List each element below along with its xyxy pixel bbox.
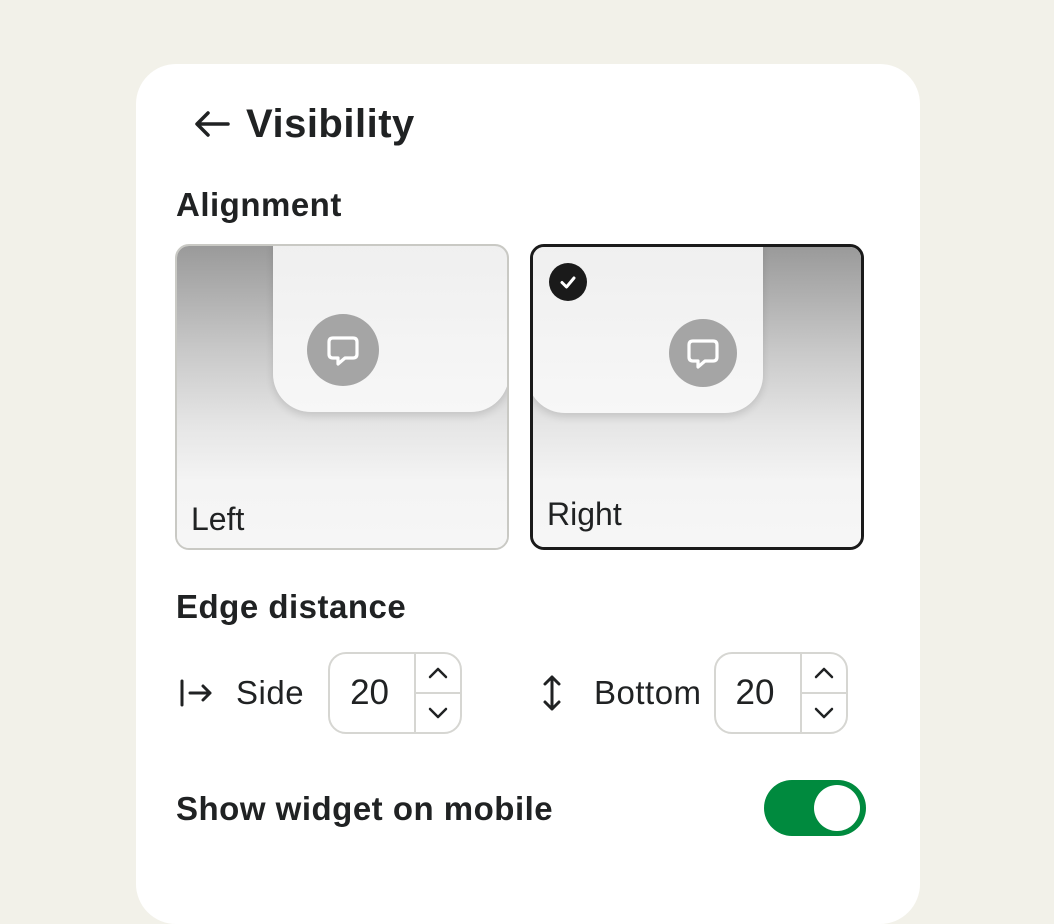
bottom-value-input[interactable]: 20 <box>716 654 800 732</box>
alignment-option-left[interactable]: Left <box>175 244 509 550</box>
arrow-left-icon <box>195 111 230 137</box>
side-distance: Side 20 <box>176 650 463 736</box>
bottom-label: Bottom <box>594 674 702 711</box>
side-decrement-button[interactable] <box>416 692 461 732</box>
alignment-label: Alignment <box>176 186 342 223</box>
page-title: Visibility <box>246 101 415 146</box>
back-button[interactable] <box>176 100 246 148</box>
toggle-knob <box>814 785 860 831</box>
arrow-to-side-icon <box>176 673 216 713</box>
bottom-stepper: 20 <box>713 652 848 734</box>
side-value-input[interactable]: 20 <box>330 654 414 732</box>
side-label: Side <box>236 674 305 711</box>
vertical-arrows-icon <box>532 673 572 713</box>
show-on-mobile-toggle[interactable] <box>764 780 866 836</box>
header: Visibility <box>176 100 415 148</box>
bottom-decrement-button[interactable] <box>801 692 846 732</box>
chat-bubble-icon <box>307 314 379 386</box>
bottom-increment-button[interactable] <box>802 654 846 692</box>
phone-preview <box>273 246 507 412</box>
chevron-up-icon <box>429 667 448 679</box>
show-on-mobile-label: Show widget on mobile <box>176 790 554 827</box>
alignment-option-label: Right <box>547 496 622 532</box>
edge-distance-label: Edge distance <box>176 588 407 625</box>
bottom-distance: Bottom 20 <box>532 650 848 736</box>
checkmark-icon <box>549 263 587 301</box>
chevron-down-icon <box>814 707 833 719</box>
chevron-down-icon <box>429 707 448 719</box>
alignment-option-right[interactable]: Right <box>530 244 864 550</box>
chevron-up-icon <box>814 667 833 679</box>
chat-bubble-icon <box>669 319 737 387</box>
stepper-buttons <box>414 654 461 732</box>
side-increment-button[interactable] <box>416 654 460 692</box>
edge-distance-row: Side 20 Bottom 20 <box>176 650 880 736</box>
alignment-option-label: Left <box>191 501 245 537</box>
side-stepper: 20 <box>328 652 463 734</box>
visibility-panel: Visibility Alignment Left Right Edge dis… <box>136 64 920 924</box>
stepper-buttons <box>799 654 846 732</box>
